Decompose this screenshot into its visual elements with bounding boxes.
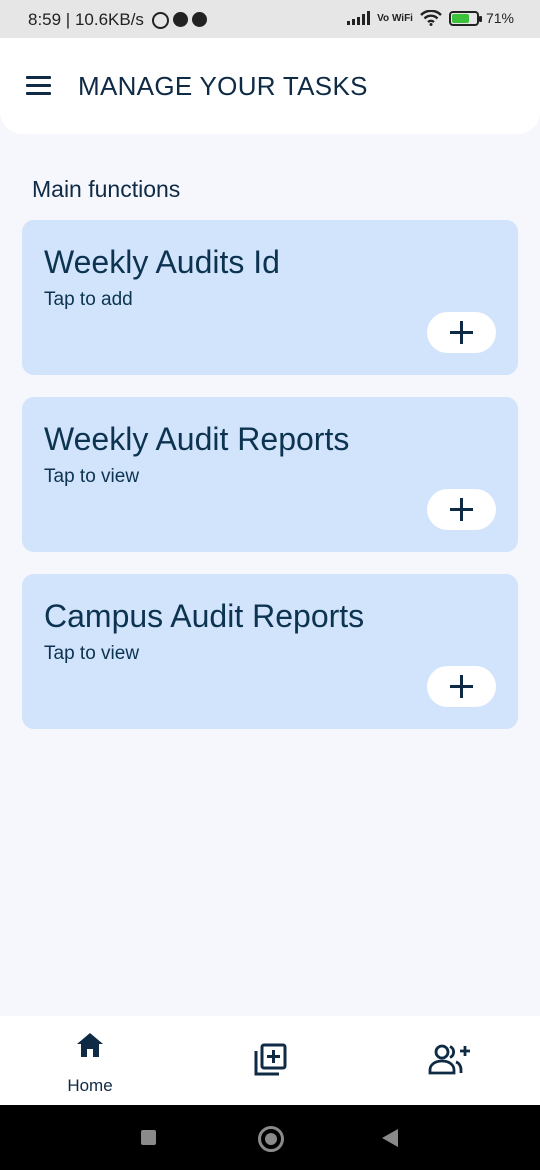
card-title: Campus Audit Reports (44, 598, 365, 634)
card-subtitle: Tap to view (44, 466, 140, 487)
card-weekly-audit-reports[interactable]: Weekly Audit Reports Tap to view (22, 397, 518, 552)
home-icon (77, 1033, 103, 1057)
app-notification-icon (172, 11, 188, 27)
signal-icon (347, 11, 371, 25)
status-time-speed: 8:59 | 10.6KB/s (28, 10, 144, 29)
nav-home[interactable]: Home (40, 1016, 140, 1105)
battery-fill (451, 13, 469, 23)
add-button[interactable] (427, 312, 496, 353)
card-weekly-audits-id[interactable]: Weekly Audits Id Tap to add (22, 220, 518, 375)
vowifi-icon: Vo WiFi (377, 12, 413, 24)
home-button-icon[interactable] (258, 1126, 284, 1152)
status-left: 8:59 | 10.6KB/s (28, 10, 207, 30)
card-title: Weekly Audit Reports (44, 421, 350, 457)
card-subtitle: Tap to add (44, 289, 133, 310)
nav-add-user[interactable] (420, 1016, 480, 1105)
status-bar: 8:59 | 10.6KB/s Vo WiFi 71% (0, 0, 540, 38)
page-title: MANAGE YOUR TASKS (78, 71, 368, 101)
add-button[interactable] (427, 666, 496, 707)
section-title: Main functions (32, 176, 181, 202)
app-bar: MANAGE YOUR TASKS (0, 38, 540, 134)
add-to-collection-icon (254, 1043, 287, 1076)
recent-apps-icon[interactable] (141, 1130, 156, 1145)
add-user-icon (428, 1044, 470, 1075)
system-nav-bar (0, 1105, 540, 1170)
card-subtitle: Tap to view (44, 643, 140, 664)
wifi-icon (420, 10, 442, 26)
card-campus-audit-reports[interactable]: Campus Audit Reports Tap to view (22, 574, 518, 729)
status-notification-icons (151, 11, 207, 29)
add-button[interactable] (427, 489, 496, 530)
status-right: Vo WiFi 71% (347, 10, 514, 26)
hamburger-menu-icon[interactable] (26, 76, 52, 96)
back-icon[interactable] (382, 1129, 398, 1147)
bottom-nav: Home (0, 1016, 540, 1105)
nav-add-collection[interactable] (240, 1016, 300, 1105)
plus-icon (450, 675, 473, 698)
app-notification-icon (191, 11, 207, 27)
battery-charging-icon (448, 10, 482, 26)
card-title: Weekly Audits Id (44, 244, 280, 280)
alarm-icon (151, 11, 169, 29)
battery-percent: 71% (485, 10, 514, 26)
nav-home-label: Home (67, 1076, 113, 1095)
plus-icon (450, 498, 473, 521)
plus-icon (450, 321, 473, 344)
